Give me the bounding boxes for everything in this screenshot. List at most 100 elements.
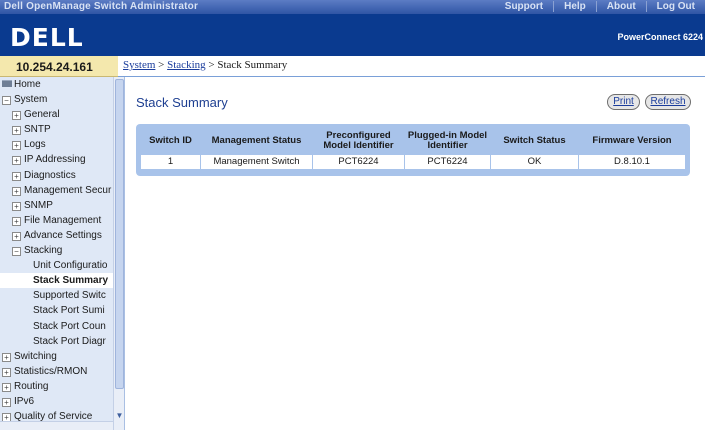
expand-icon[interactable]: + (2, 367, 11, 377)
sidebar-item-logs[interactable]: + Logs (0, 137, 113, 152)
column-header-plugged-in-model: Plugged-in Model Identifier (407, 129, 488, 151)
cell-management-status: Management Switch (200, 153, 313, 170)
stack-summary-table: Switch ID Management Status Preconfigure… (136, 124, 690, 176)
sidebar: Home − System + General + SNTP + Logs + IP Address… (0, 77, 125, 430)
expand-icon[interactable]: + (12, 126, 21, 136)
expand-icon[interactable]: + (12, 156, 21, 166)
print-button[interactable]: Print (607, 94, 640, 110)
expand-icon[interactable]: + (12, 171, 21, 181)
sidebar-item-label: General (24, 109, 60, 121)
expand-icon[interactable]: + (12, 231, 21, 241)
dell-logo: DELL (10, 23, 84, 52)
sidebar-item-label: Stack Port Diagr (33, 335, 106, 347)
sidebar-item-label: SNTP (24, 124, 51, 136)
column-header-management-status: Management Status (211, 134, 302, 146)
column-header-preconfigured-model: Preconfigured Model Identifier (323, 129, 394, 151)
breadcrumb-stacking-link[interactable]: Stacking (167, 59, 206, 71)
collapse-icon[interactable]: − (12, 247, 21, 257)
cell-switch-id: 1 (140, 153, 201, 170)
sidebar-item-routing[interactable]: + Routing (0, 379, 113, 394)
sidebar-item-home[interactable]: Home (0, 77, 113, 92)
sidebar-item-label: Diagnostics (24, 169, 76, 181)
scroll-down-arrow-icon[interactable]: ▼ (115, 411, 124, 421)
sidebar-item-file-management[interactable]: + File Management (0, 213, 113, 228)
sidebar-item-management-secur[interactable]: + Management Secur (0, 183, 113, 198)
sidebar-item-stack-summary[interactable]: Stack Summary (0, 273, 113, 289)
sidebar-item-ip-addressing[interactable]: + IP Addressing (0, 152, 113, 167)
expand-icon[interactable]: + (12, 111, 21, 121)
breadcrumb-system-link[interactable]: System (123, 59, 155, 71)
cell-plugged-in-model: PCT6224 (404, 153, 491, 170)
sidebar-item-label: Management Secur (24, 184, 112, 196)
sidebar-item-diagnostics[interactable]: + Diagnostics (0, 168, 113, 183)
sidebar-item-label: Stacking (24, 245, 63, 257)
column-header-switch-status: Switch Status (503, 134, 566, 146)
sidebar-item-label: File Management (24, 214, 102, 226)
sidebar-item-label: Advance Settings (24, 229, 102, 241)
sidebar-item-label: IPv6 (14, 395, 35, 407)
expand-icon[interactable]: + (2, 397, 11, 407)
expand-icon[interactable]: + (12, 141, 21, 151)
sidebar-item-general[interactable]: + General (0, 107, 113, 122)
sidebar-item-label: Stack Port Coun (33, 320, 106, 332)
cell-switch-status: OK (490, 153, 579, 170)
main-content: Stack Summary Print Refresh Switch ID Ma… (125, 77, 705, 430)
sidebar-item-label: System (14, 94, 48, 106)
sidebar-item-label: Switching (14, 350, 57, 362)
expand-icon[interactable]: + (2, 382, 11, 392)
sidebar-item-stacking[interactable]: − Stacking (0, 243, 113, 258)
sidebar-item-statistics-rmon[interactable]: + Statistics/RMON (0, 364, 113, 379)
app-title: Dell OpenManage Switch Administrator (4, 1, 199, 12)
breadcrumb-separator: > (205, 59, 218, 71)
sidebar-item-stack-port-diagr[interactable]: Stack Port Diagr (0, 334, 113, 349)
breadcrumb: System > Stacking > Stack Summary (123, 59, 287, 71)
sidebar-horizontal-scrollbar[interactable] (0, 421, 113, 430)
support-link[interactable]: Support (495, 1, 553, 12)
sidebar-scrollbar[interactable]: ▼ (113, 77, 124, 430)
refresh-button[interactable]: Refresh (645, 94, 691, 110)
page-title: Stack Summary (136, 95, 228, 110)
banner: DELL PowerConnect 6224 (0, 14, 705, 56)
sidebar-item-stack-port-sumi[interactable]: Stack Port Sumi (0, 303, 113, 318)
expand-icon[interactable]: + (12, 216, 21, 226)
sidebar-item-label: SNMP (24, 199, 53, 211)
collapse-icon[interactable]: − (2, 96, 11, 106)
sidebar-item-supported-switc[interactable]: Supported Switc (0, 288, 113, 303)
top-strip: Dell OpenManage Switch Administrator Sup… (0, 0, 705, 14)
sidebar-item-label: Routing (14, 380, 49, 392)
sidebar-item-label: Supported Switc (33, 290, 106, 302)
sidebar-item-sntp[interactable]: + SNTP (0, 122, 113, 137)
sidebar-item-advance-settings[interactable]: + Advance Settings (0, 228, 113, 243)
product-name: PowerConnect 6224 (617, 32, 703, 42)
device-ip: 10.254.24.161 (0, 56, 118, 77)
expand-icon[interactable]: + (2, 352, 11, 362)
logout-link[interactable]: Log Out (645, 1, 705, 12)
help-link[interactable]: Help (553, 1, 596, 12)
breadcrumb-bar: System > Stacking > Stack Summary (118, 56, 705, 77)
sidebar-item-label: Statistics/RMON (14, 365, 88, 377)
sidebar-item-label: IP Addressing (24, 154, 86, 166)
sidebar-item-label: Home (14, 79, 41, 90)
expand-icon[interactable]: + (12, 186, 21, 196)
sidebar-item-snmp[interactable]: + SNMP (0, 198, 113, 213)
table-row: 1 Management Switch PCT6224 PCT6224 OK D… (140, 153, 686, 170)
sidebar-item-label: Logs (24, 139, 46, 151)
breadcrumb-separator: > (155, 59, 168, 71)
expand-icon[interactable]: + (12, 201, 21, 211)
sidebar-item-label: Stack Port Sumi (33, 305, 105, 317)
column-header-switch-id: Switch ID (149, 134, 192, 146)
folder-icon (2, 80, 12, 87)
top-links: Support Help About Log Out (495, 1, 705, 12)
cell-preconfigured-model: PCT6224 (312, 153, 405, 170)
scrollbar-thumb[interactable] (115, 79, 124, 389)
sidebar-item-switching[interactable]: + Switching (0, 349, 113, 364)
sidebar-item-unit-configuratio[interactable]: Unit Configuratio (0, 258, 113, 273)
sidebar-item-stack-port-coun[interactable]: Stack Port Coun (0, 319, 113, 334)
column-header-firmware-version: Firmware Version (592, 134, 672, 146)
sidebar-item-label: Stack Summary (33, 275, 109, 287)
cell-firmware-version: D.8.10.1 (578, 153, 686, 170)
breadcrumb-current: Stack Summary (217, 59, 288, 71)
about-link[interactable]: About (595, 1, 646, 12)
sidebar-item-ipv6[interactable]: + IPv6 (0, 394, 113, 409)
sidebar-item-system[interactable]: − System (0, 92, 113, 107)
